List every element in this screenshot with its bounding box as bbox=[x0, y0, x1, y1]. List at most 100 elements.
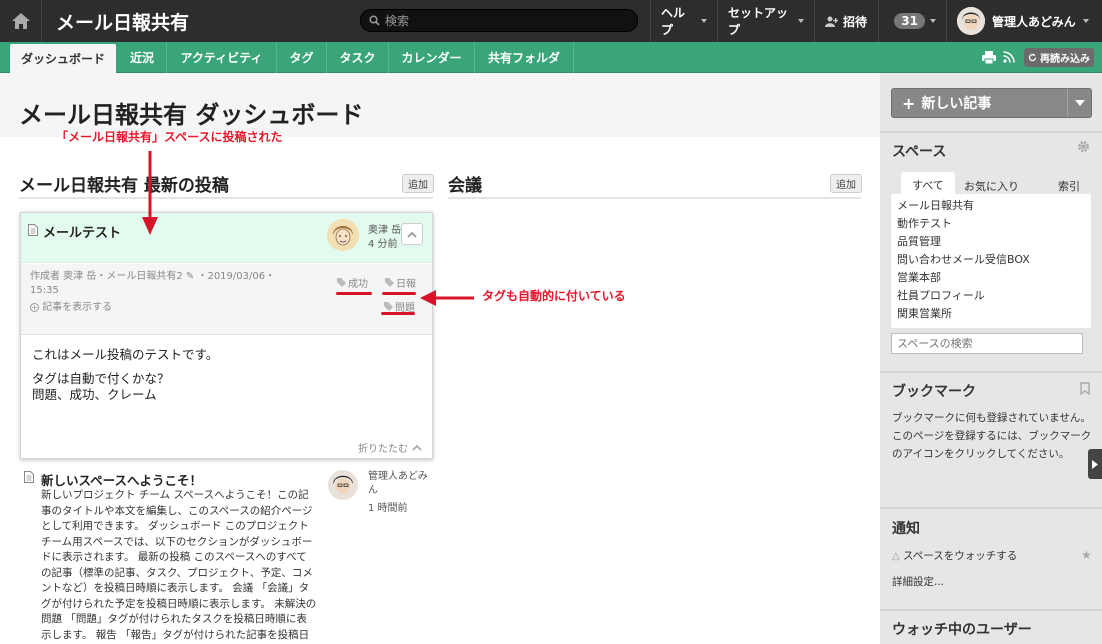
user-menu[interactable]: 管理人あどみん bbox=[946, 0, 1102, 42]
tag-label: 日報 bbox=[396, 279, 416, 290]
detail-settings-link[interactable]: 詳細設定... bbox=[892, 573, 1092, 591]
space-item[interactable]: 社員プロフィール bbox=[897, 287, 1085, 305]
tag-underline bbox=[336, 292, 372, 295]
show-article-label: 記事を表示する bbox=[42, 302, 113, 313]
welcome-author-avatar[interactable] bbox=[328, 470, 358, 500]
post-meta-text: 作成者 奥津 岳・メール日報共有2 ✎ ・2019/03/06・15:35 bbox=[30, 271, 276, 296]
new-post-label: 新しい記事 bbox=[921, 96, 992, 112]
watch-space-label: スペースをウォッチする bbox=[903, 550, 1018, 562]
fold-label: 折りたたむ bbox=[358, 444, 408, 455]
post-time: 4 分前 bbox=[368, 239, 398, 250]
setup-label: セットアップ bbox=[728, 6, 789, 37]
space-tab-all[interactable]: すべて bbox=[901, 172, 955, 196]
setup-menu[interactable]: セットアップ bbox=[717, 0, 814, 42]
print-icon[interactable] bbox=[982, 51, 996, 64]
main-content: メール日報共有 ダッシュボード メール日報共有 最新の投稿 追加 会議 追加 メ… bbox=[0, 73, 880, 644]
post-author[interactable]: 奥津 岳 bbox=[368, 221, 401, 236]
space-item[interactable]: 品質管理 bbox=[897, 233, 1085, 251]
tag-icon bbox=[384, 302, 393, 311]
tag-icon bbox=[337, 278, 346, 287]
space-item[interactable]: メール日報共有 bbox=[897, 197, 1085, 215]
welcome-post-title[interactable]: 新しいスペースへようこそ！ bbox=[41, 470, 202, 489]
welcome-post-body: 新しいプロジェクト チーム スペースへようこそ！この記事のタイトルや本文を編集し… bbox=[41, 489, 317, 641]
tab-activity[interactable]: アクティビティ bbox=[167, 42, 277, 73]
notification-count-badge: 31 bbox=[894, 13, 925, 29]
meeting-add-button[interactable]: 追加 bbox=[830, 174, 862, 193]
latest-add-button[interactable]: 追加 bbox=[402, 174, 434, 193]
help-menu[interactable]: ヘルプ bbox=[650, 0, 717, 42]
new-post-main[interactable]: + 新しい記事 bbox=[892, 89, 1067, 117]
post-body-line: 問題、成功、クレーム bbox=[32, 387, 157, 402]
post-card-header: メールテスト 奥津 岳 4 分前 bbox=[21, 213, 432, 263]
sidebar-toggle[interactable] bbox=[1088, 449, 1102, 479]
home-button[interactable] bbox=[0, 0, 42, 42]
star-icon[interactable]: ★ bbox=[1081, 548, 1092, 562]
bookmarks-title: ブックマーク bbox=[892, 384, 976, 400]
sidebar-divider bbox=[880, 507, 1102, 509]
chevron-down-icon bbox=[1082, 19, 1089, 23]
app-brand[interactable]: メール日報共有 bbox=[56, 8, 189, 35]
chevron-down-icon bbox=[701, 19, 707, 23]
tab-tasks[interactable]: タスク bbox=[327, 42, 389, 73]
notify-title: 通知 bbox=[892, 521, 920, 537]
bookmark-icon[interactable] bbox=[1080, 382, 1090, 395]
sidebar-divider bbox=[880, 131, 1102, 133]
plus-circle-icon: + bbox=[30, 303, 39, 312]
home-icon bbox=[11, 13, 30, 29]
tab-shared-folder[interactable]: 共有フォルダ bbox=[475, 42, 574, 73]
watchers-title: ウォッチ中のユーザー bbox=[892, 622, 1032, 638]
tab-tags[interactable]: タグ bbox=[277, 42, 327, 73]
space-tab-favorites[interactable]: お気に入り bbox=[956, 176, 1027, 196]
user-avatar bbox=[957, 7, 985, 35]
chevron-up-icon bbox=[412, 444, 422, 451]
search-box[interactable] bbox=[360, 9, 638, 32]
post-body-line: これはメール投稿のテストです。 bbox=[32, 347, 219, 362]
chevron-down-icon bbox=[798, 19, 804, 23]
space-item[interactable]: 問い合わせメール受信BOX bbox=[897, 251, 1085, 269]
invite-label: 招待 bbox=[843, 14, 868, 29]
space-item[interactable]: 営業本部 bbox=[897, 269, 1085, 287]
invite-button[interactable]: 招待 bbox=[814, 0, 878, 42]
annotation-tags: タグも自動的に付いている bbox=[482, 289, 626, 303]
top-bar: メール日報共有 ヘルプ セットアップ 招待 31 管理人あどみん bbox=[0, 0, 1102, 42]
space-list-box: メール日報共有 動作テスト 品質管理 問い合わせメール受信BOX 営業本部 社員… bbox=[891, 194, 1091, 328]
welcome-author[interactable]: 管理人あどみん bbox=[368, 470, 432, 498]
plus-icon: + bbox=[902, 93, 916, 113]
author-avatar[interactable] bbox=[327, 219, 359, 251]
annotation-posted: 「メール日報共有」スペースに投稿された bbox=[56, 130, 283, 144]
document-icon bbox=[24, 471, 34, 483]
space-item[interactable]: 関東営業所 bbox=[897, 305, 1085, 323]
post-card: メールテスト 奥津 岳 4 分前 作成者 奥津 岳・メール日報共有2 ✎ ・20… bbox=[20, 212, 433, 459]
space-search-input[interactable] bbox=[891, 333, 1083, 354]
welcome-time: 1 時間前 bbox=[368, 503, 408, 514]
notifications-menu[interactable]: 31 bbox=[878, 0, 946, 42]
collapse-button[interactable] bbox=[401, 223, 423, 245]
org-icon: △ bbox=[892, 551, 900, 562]
help-label: ヘルプ bbox=[661, 6, 686, 37]
arrow-left-icon bbox=[420, 290, 474, 306]
tag-icon bbox=[385, 278, 394, 287]
post-title[interactable]: メールテスト bbox=[43, 222, 121, 241]
rss-icon[interactable] bbox=[1003, 51, 1015, 63]
watch-space-link[interactable]: △ スペースをウォッチする bbox=[892, 547, 1092, 566]
space-tab-bar: ダッシュボード 近況 アクティビティ タグ タスク カレンダー 共有フォルダ 再… bbox=[0, 42, 1102, 73]
search-input[interactable] bbox=[385, 12, 625, 30]
tab-recent[interactable]: 近況 bbox=[118, 42, 167, 73]
new-post-dropdown[interactable] bbox=[1067, 89, 1091, 117]
refresh-icon bbox=[1028, 53, 1037, 62]
space-item[interactable]: 動作テスト bbox=[897, 215, 1085, 233]
latest-posts-title: メール日報共有 最新の投稿 bbox=[19, 176, 229, 196]
space-tab-index[interactable]: 索引 bbox=[1058, 176, 1080, 196]
fold-button[interactable]: 折りたたむ bbox=[358, 440, 422, 455]
bookmarks-empty-text: ブックマークに何も登録されていません。このページを登録するには、ブックマークのア… bbox=[892, 412, 1092, 460]
tab-calendar[interactable]: カレンダー bbox=[389, 42, 475, 73]
document-icon bbox=[28, 224, 38, 236]
refresh-button[interactable]: 再読み込み bbox=[1024, 48, 1094, 67]
new-post-button[interactable]: + 新しい記事 bbox=[891, 88, 1092, 118]
tag-success[interactable]: 成功 bbox=[337, 275, 368, 290]
gear-icon[interactable] bbox=[1077, 140, 1090, 153]
tag-daily-report[interactable]: 日報 bbox=[385, 275, 416, 290]
sidebar: + 新しい記事 スペース すべて お気に入り 索引 メール日報共有 動作テスト … bbox=[880, 73, 1102, 644]
show-article-link[interactable]: + 記事を表示する bbox=[30, 298, 112, 313]
tab-dashboard[interactable]: ダッシュボード bbox=[10, 44, 116, 73]
